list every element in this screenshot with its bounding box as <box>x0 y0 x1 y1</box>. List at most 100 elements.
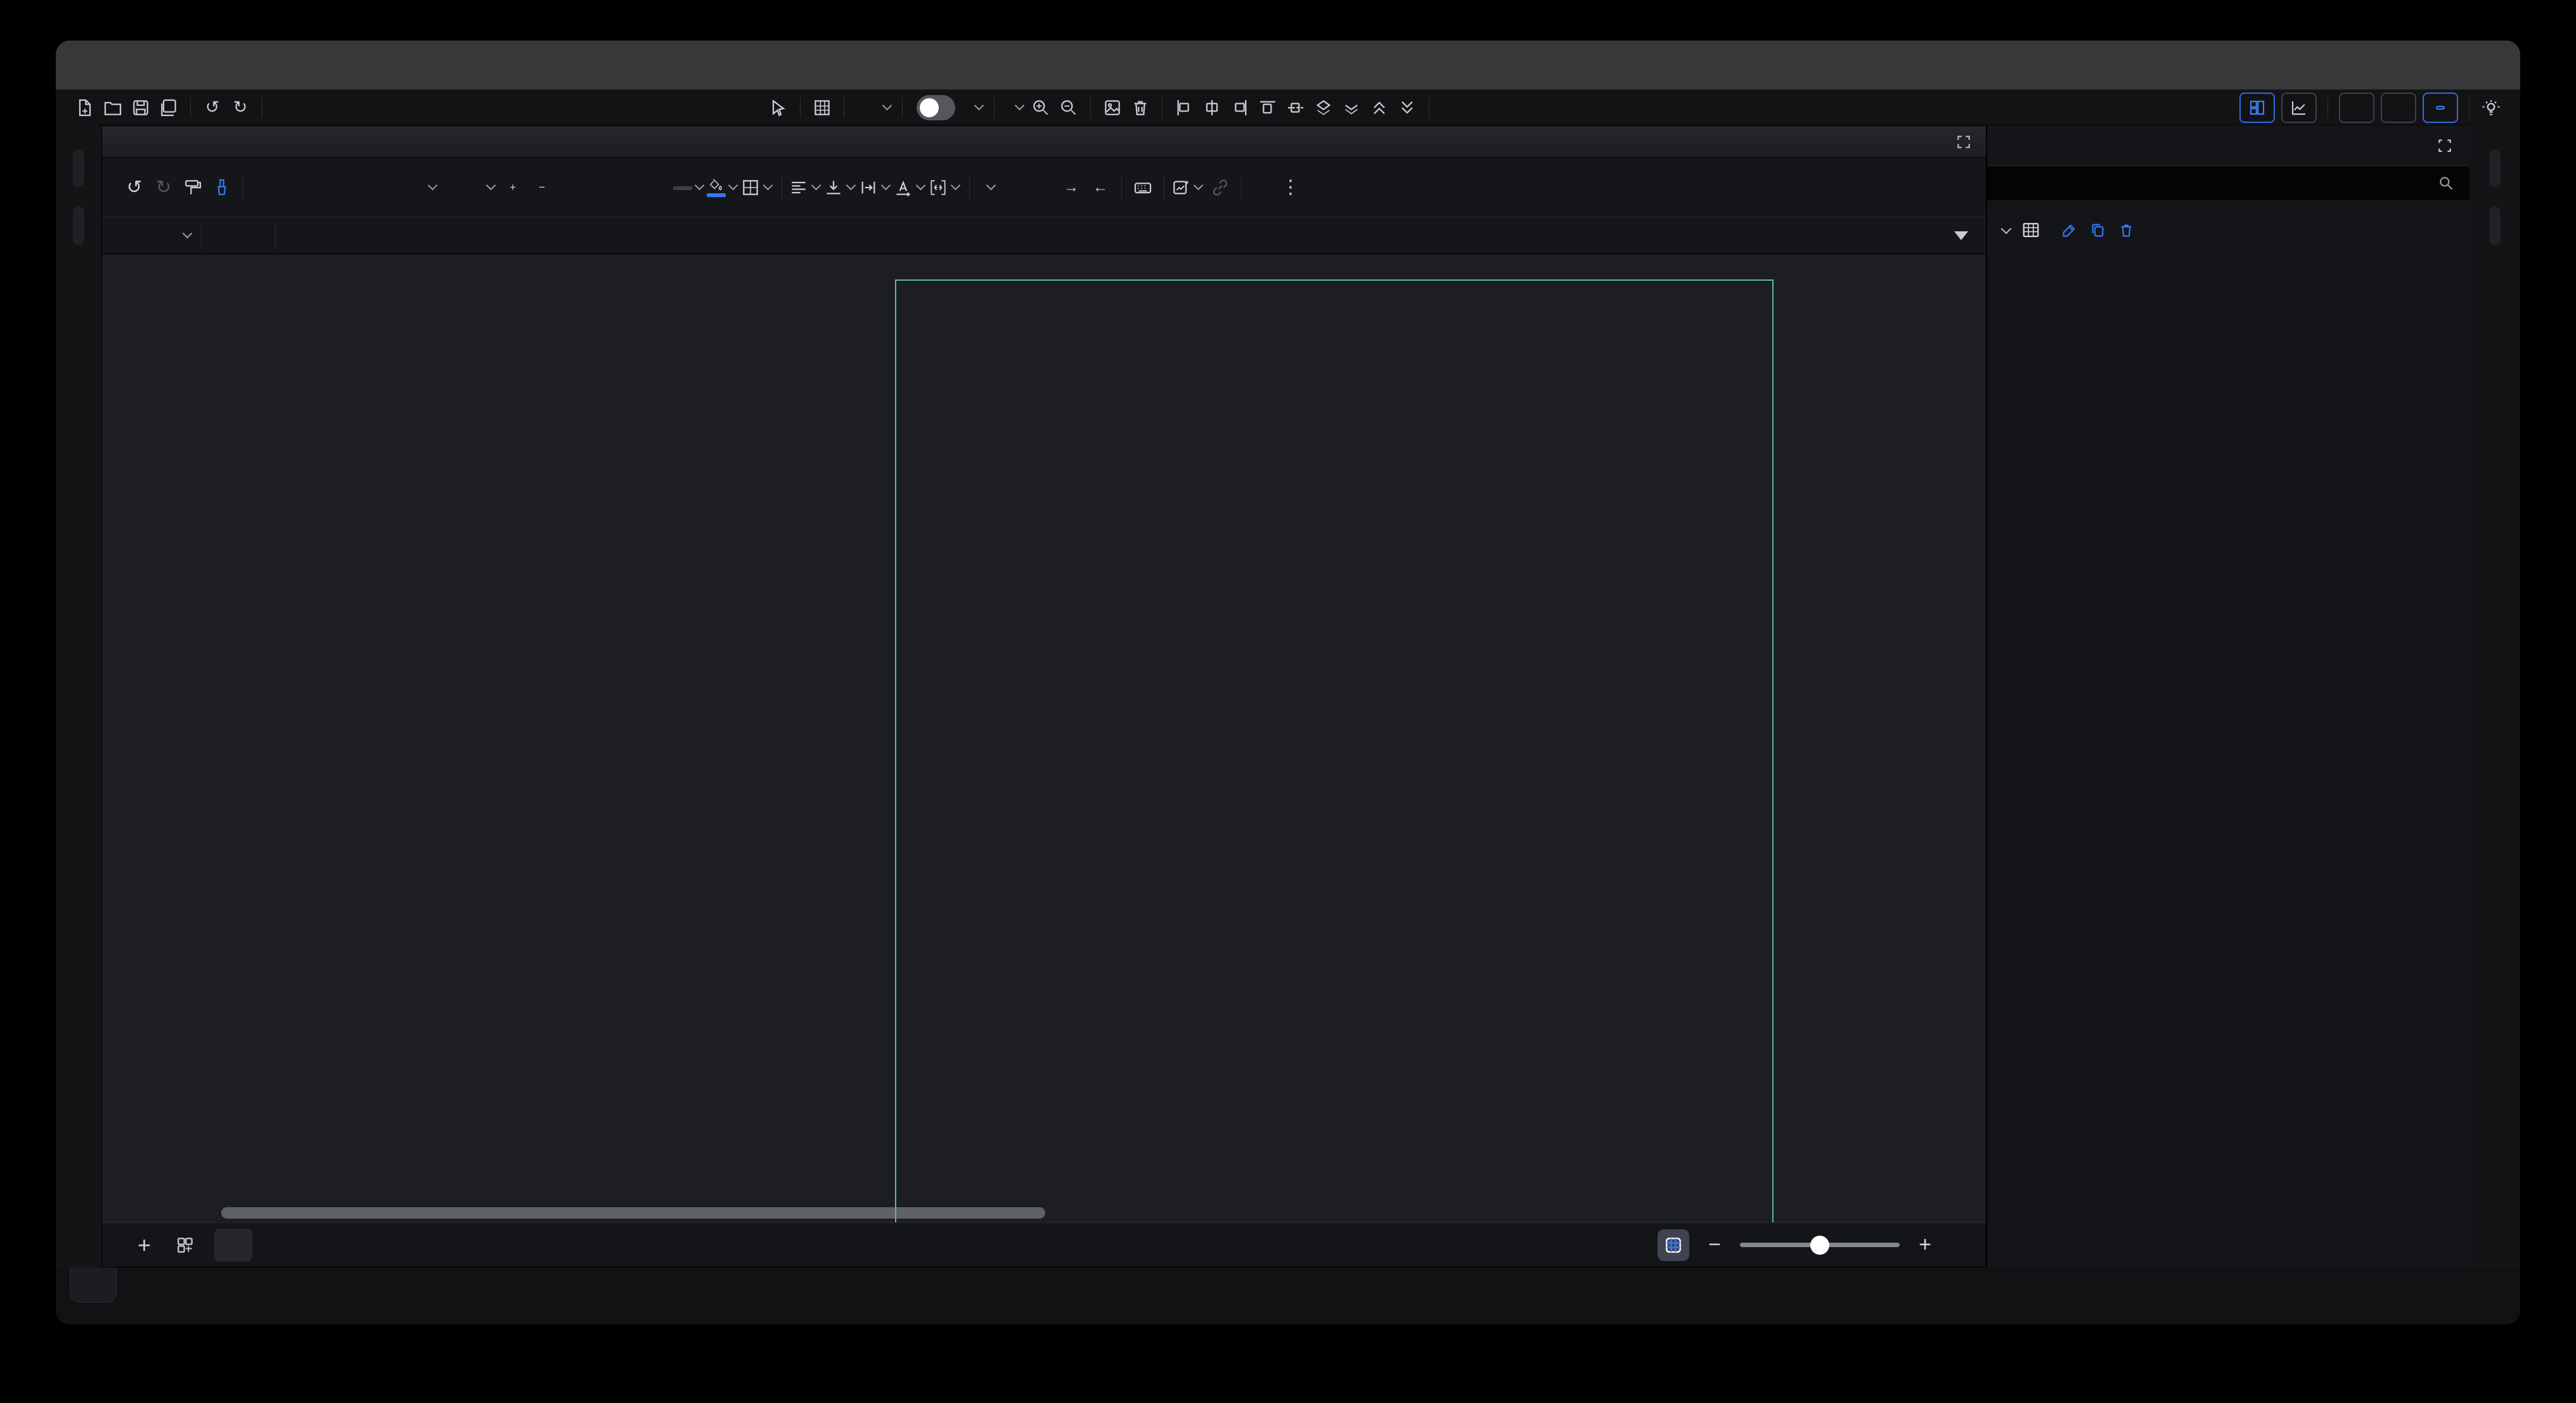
formula-bar-expand-icon[interactable] <box>1954 231 1968 240</box>
undo-button[interactable]: ↺ <box>198 94 226 122</box>
zoom-in-button[interactable]: + <box>1919 1233 1931 1257</box>
sheet-tab-active[interactable] <box>214 1229 252 1262</box>
export-image-icon[interactable] <box>1098 94 1126 122</box>
collapse-chevron-icon[interactable] <box>2001 224 2012 234</box>
zoom-slider-thumb[interactable] <box>1810 1236 1829 1255</box>
bound-range-outline <box>895 279 1774 1222</box>
underline-button[interactable] <box>615 171 644 204</box>
link-icon[interactable] <box>1206 171 1235 204</box>
keyboard-icon[interactable] <box>1128 171 1157 204</box>
bold-button[interactable] <box>557 171 586 204</box>
tab-component-list[interactable] <box>73 150 84 188</box>
decrease-font-button[interactable]: − <box>527 171 557 204</box>
text-rotate-button[interactable] <box>893 171 928 204</box>
brush-icon[interactable] <box>207 171 236 204</box>
formula-bar <box>102 217 1986 254</box>
format-separator <box>969 175 970 200</box>
zoom-out-icon[interactable] <box>1055 94 1083 122</box>
lang-en-to-zh-button[interactable] <box>2381 93 2416 123</box>
italic-button[interactable] <box>586 171 615 204</box>
toolbar-separator <box>1090 98 1091 118</box>
increase-font-button[interactable]: + <box>498 171 527 204</box>
delete-dataset-icon[interactable] <box>2118 222 2135 239</box>
increase-decimal-button[interactable]: → <box>1057 171 1086 204</box>
chart-mode-button[interactable] <box>2281 93 2317 123</box>
align-right-icon[interactable] <box>1226 94 1254 122</box>
tab-data-binding[interactable] <box>2489 207 2501 245</box>
move-down-layer-icon[interactable] <box>1393 94 1421 122</box>
vertical-align-button[interactable] <box>823 171 858 204</box>
save-as-button[interactable] <box>155 94 183 122</box>
font-color-button[interactable] <box>673 171 707 204</box>
minimize-window-button[interactable] <box>102 57 118 73</box>
tab-layout-outline[interactable] <box>73 207 84 245</box>
pointer-tool-icon[interactable] <box>764 94 792 122</box>
open-file-button[interactable] <box>99 94 127 122</box>
os-theme-button[interactable] <box>2423 93 2458 123</box>
decrease-decimal-button[interactable]: ← <box>1086 171 1115 204</box>
align-center-h-icon[interactable] <box>1198 94 1226 122</box>
text-wrap-button[interactable] <box>858 171 893 204</box>
grid-toggle[interactable] <box>917 95 955 120</box>
edit-dataset-icon[interactable] <box>2061 222 2078 239</box>
dashboard-mode-button[interactable] <box>2239 93 2275 123</box>
chevron-down-icon <box>986 181 996 191</box>
grid-view-icon[interactable] <box>808 94 836 122</box>
align-middle-v-icon[interactable] <box>1282 94 1310 122</box>
new-file-button[interactable] <box>71 94 99 122</box>
toolbar-mid-cluster <box>764 94 1437 122</box>
copy-dataset-icon[interactable] <box>2089 222 2106 239</box>
save-button[interactable] <box>127 94 155 122</box>
chevron-down-icon[interactable] <box>1015 101 1025 111</box>
more-options-icon[interactable]: ⋮ <box>1281 176 1300 198</box>
chevron-down-icon[interactable] <box>882 101 892 111</box>
lang-zh-to-en-button[interactable] <box>2339 93 2374 123</box>
sheet-bar: + − + <box>102 1222 1986 1267</box>
center-area: ↺ ↻ + − <box>101 125 1987 1267</box>
fill-color-button[interactable] <box>707 171 740 204</box>
chevron-down-icon <box>881 181 891 191</box>
cell-reference-box[interactable] <box>119 234 195 237</box>
horizontal-scrollbar[interactable] <box>221 1207 1045 1219</box>
currency-format-button[interactable] <box>1027 171 1057 204</box>
format-painter-icon[interactable] <box>178 171 207 204</box>
align-left-icon[interactable] <box>1170 94 1198 122</box>
redo-edit-button[interactable]: ↻ <box>149 171 178 204</box>
merge-cells-button[interactable] <box>928 171 963 204</box>
fill-color-swatch <box>707 193 726 197</box>
horizontal-align-button[interactable] <box>789 171 823 204</box>
chevron-down-icon[interactable] <box>974 101 984 111</box>
percent-format-button[interactable] <box>998 171 1027 204</box>
zoom-in-icon[interactable] <box>1027 94 1055 122</box>
close-window-button[interactable] <box>75 57 91 73</box>
dataset-node[interactable] <box>1997 213 2470 247</box>
light-theme-icon[interactable] <box>2477 94 2505 122</box>
chevron-down-icon <box>428 181 438 191</box>
traffic-lights <box>75 57 145 73</box>
grid-toggle-button[interactable] <box>1658 1229 1689 1261</box>
borders-button[interactable] <box>740 171 775 204</box>
zoom-slider[interactable] <box>1740 1243 1900 1247</box>
font-family-select[interactable] <box>250 186 440 189</box>
insert-chart-button[interactable] <box>1171 171 1206 204</box>
expand-panel-icon[interactable] <box>1955 134 1972 150</box>
send-to-back-icon[interactable] <box>1337 94 1365 122</box>
sheet-list-icon[interactable] <box>151 1235 195 1255</box>
tab-property-list[interactable] <box>2489 150 2501 188</box>
font-size-select[interactable] <box>440 186 498 189</box>
canvas-tab[interactable] <box>70 1267 117 1303</box>
add-sheet-button[interactable]: + <box>138 1232 151 1259</box>
fullscreen-icon[interactable] <box>2437 138 2453 154</box>
strikethrough-button[interactable] <box>644 171 673 204</box>
sheet-zoom-controls: − + <box>1658 1229 1950 1261</box>
delete-icon[interactable] <box>1126 94 1154 122</box>
top-toolbar: ↺ ↻ <box>56 90 2520 125</box>
undo-edit-button[interactable]: ↺ <box>120 171 149 204</box>
zoom-out-button[interactable]: − <box>1708 1233 1721 1257</box>
dataset-search-input[interactable] <box>1987 166 2470 200</box>
redo-button[interactable]: ↻ <box>226 94 254 122</box>
zoom-window-button[interactable] <box>129 57 145 73</box>
align-top-icon[interactable] <box>1254 94 1282 122</box>
bring-to-front-icon[interactable] <box>1310 94 1337 122</box>
move-up-layer-icon[interactable] <box>1365 94 1393 122</box>
